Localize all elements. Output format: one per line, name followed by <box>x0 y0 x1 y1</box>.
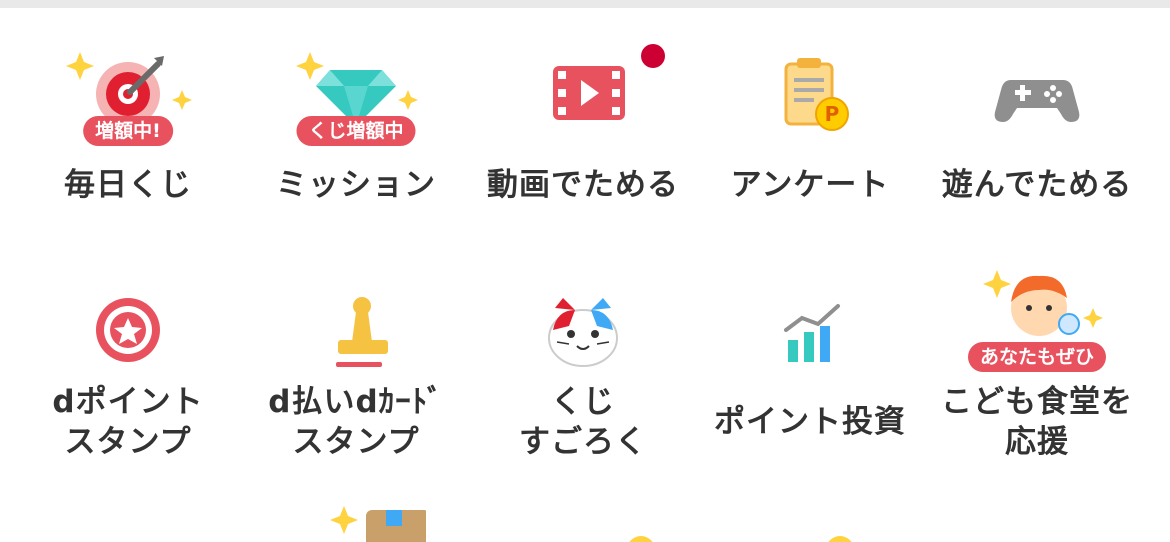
tile-video[interactable]: 動画でためる <box>470 40 696 205</box>
tile-label: くじ すごろく <box>519 384 647 460</box>
tile-lottery-sugoroku[interactable]: くじ すごろく <box>470 278 696 462</box>
tile-daily-lottery[interactable]: 増額中! 毎日くじ <box>15 40 241 205</box>
tile-kodomo-shokudo[interactable]: あなたもぜひ こども食堂を 応援 <box>924 262 1150 462</box>
tile-dpoint-stamp[interactable]: dポイント スタンプ <box>15 278 241 462</box>
stamper-icon <box>286 278 426 378</box>
tile-survey[interactable]: P アンケート <box>697 40 923 205</box>
investment-chart-icon <box>740 278 880 378</box>
top-divider <box>0 0 1170 8</box>
tile-row3-4[interactable] <box>697 528 923 542</box>
tile-label: ポイント投資 <box>714 404 906 440</box>
tile-point-investment[interactable]: ポイント投資 <box>697 278 923 442</box>
support-badge: あなたもぜひ <box>967 342 1107 372</box>
tile-label: 毎日くじ <box>64 167 192 203</box>
cat-face-icon <box>513 278 653 378</box>
tile-row3-2[interactable] <box>243 500 469 542</box>
video-film-icon <box>513 40 665 160</box>
stamp-badge-icon <box>58 278 198 378</box>
tile-mission[interactable]: くじ増額中 ミッション <box>243 40 469 205</box>
child-face-icon: あなたもぜひ <box>967 262 1107 378</box>
tile-play-earn[interactable]: 遊んでためる <box>924 40 1150 205</box>
survey-clipboard-icon: P <box>740 40 880 160</box>
lottery-badge: 増額中! <box>83 116 173 146</box>
tile-label: dポイント スタンプ <box>52 384 204 460</box>
tile-label: ミッション <box>276 167 436 203</box>
tile-label: d払いdｶｰﾄﾞ スタンプ <box>268 384 444 460</box>
coin-icon <box>513 528 653 542</box>
tile-label: 遊んでためる <box>941 167 1133 203</box>
notification-dot <box>641 44 665 68</box>
tile-label: アンケート <box>730 167 890 203</box>
tile-dbarai-dcard-stamp[interactable]: d払いdｶｰﾄﾞ スタンプ <box>243 278 469 462</box>
mission-badge: くじ増額中 <box>296 116 416 146</box>
mission-diamond-icon: くじ増額中 <box>286 40 426 160</box>
game-controller-icon <box>967 40 1107 160</box>
tile-row3-3[interactable] <box>470 528 696 542</box>
box-icon <box>286 500 426 542</box>
coin-icon <box>740 528 880 542</box>
svg-text:P: P <box>825 102 840 126</box>
tile-label: 動画でためる <box>487 167 679 203</box>
tile-label: こども食堂を 応援 <box>941 384 1133 460</box>
daily-lottery-target-icon: 増額中! <box>58 40 198 160</box>
